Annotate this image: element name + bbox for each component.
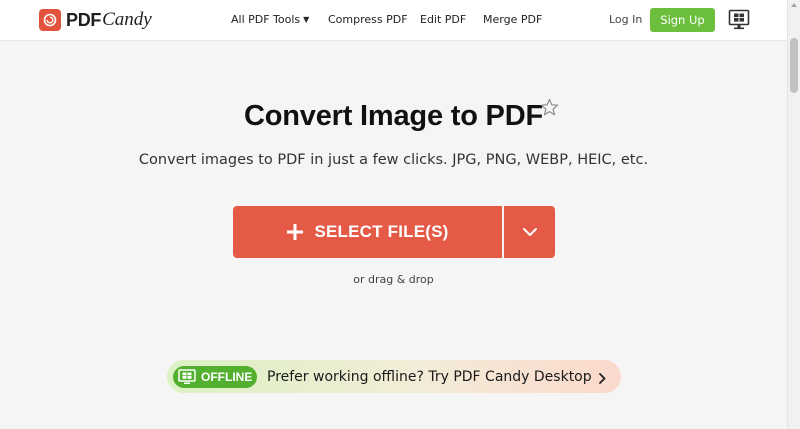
nav-merge-pdf[interactable]: Merge PDF — [483, 13, 542, 26]
page: PDF Candy All PDF Tools ▼ Compress PDF Ed… — [0, 0, 800, 429]
scrollbar-thumb[interactable] — [790, 38, 798, 93]
chevron-right-icon[interactable] — [596, 370, 608, 384]
chevron-down-icon — [522, 228, 537, 236]
candy-logo-icon — [39, 9, 61, 31]
login-link[interactable]: Log In — [609, 13, 642, 26]
plus-icon — [287, 224, 304, 240]
vertical-scrollbar[interactable] — [787, 0, 800, 429]
page-title: Convert Image to PDF — [244, 100, 543, 132]
offline-desktop-banner[interactable]: OFFLINE Prefer working offline? Try PDF … — [167, 360, 621, 393]
top-header: PDF Candy All PDF Tools ▼ Compress PDF Ed… — [0, 0, 787, 41]
nav-compress-pdf[interactable]: Compress PDF — [328, 13, 408, 26]
star-icon[interactable] — [540, 98, 559, 117]
offline-badge: OFFLINE — [173, 365, 257, 388]
offline-badge-label: OFFLINE — [201, 369, 253, 384]
select-files-label: SELECT FILE(S) — [314, 222, 449, 241]
signup-button[interactable]: Sign Up — [650, 8, 715, 32]
logo-text-candy: Candy — [102, 9, 152, 30]
nav-edit-pdf[interactable]: Edit PDF — [420, 13, 466, 26]
drag-drop-hint: or drag & drop — [353, 273, 434, 286]
caret-down-icon: ▼ — [303, 15, 310, 24]
scroll-up-arrow-icon[interactable] — [791, 3, 797, 7]
nav-all-pdf-tools[interactable]: All PDF Tools ▼ — [231, 13, 309, 26]
nav-all-pdf-tools-label: All PDF Tools — [231, 13, 301, 26]
select-files-button[interactable]: SELECT FILE(S) — [233, 206, 502, 258]
offline-banner-text: Prefer working offline? Try PDF Candy De… — [267, 368, 592, 385]
windows-monitor-icon[interactable] — [728, 9, 750, 31]
page-subtitle: Convert images to PDF in just a few clic… — [138, 152, 649, 168]
logo-text-pdf: PDF — [66, 9, 102, 30]
logo[interactable]: PDF Candy — [39, 9, 152, 31]
upload-source-dropdown-button[interactable] — [504, 206, 555, 258]
desktop-monitor-icon — [178, 368, 196, 384]
